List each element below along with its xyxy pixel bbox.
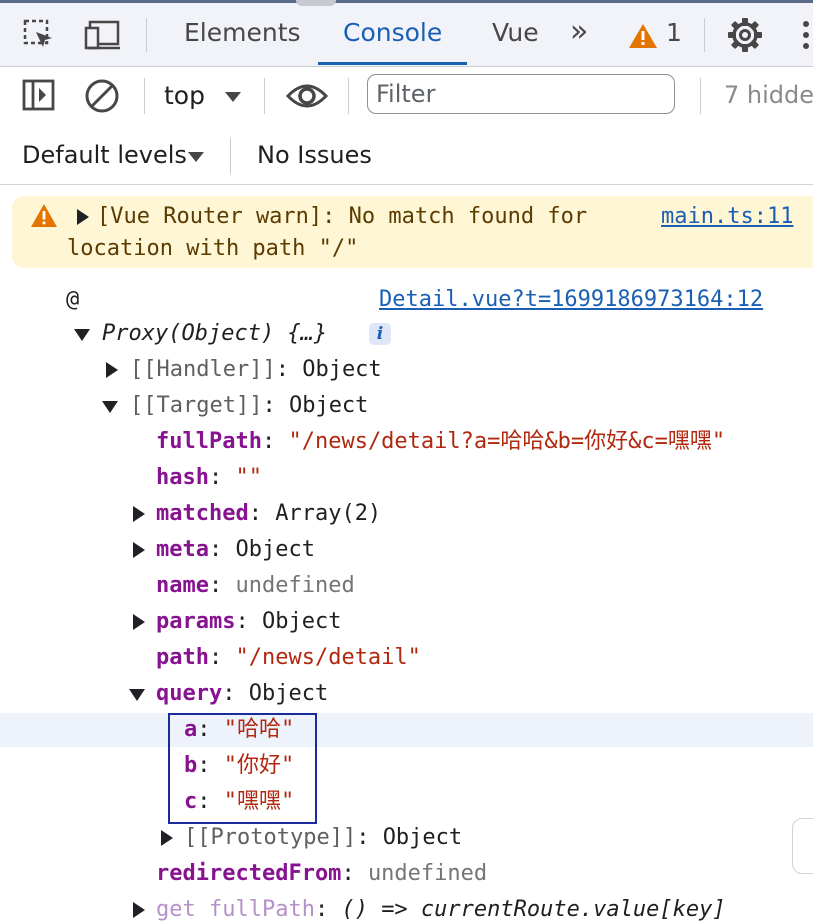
devtools-tabbar: Elements Console Vue » 1 [0,0,813,67]
expand-arrow-icon[interactable] [133,506,145,522]
tab-separator [704,18,705,52]
toolbar-separator [700,78,701,114]
warning-text-line2: location with path "/" [67,236,359,261]
side-scroll-handle[interactable] [792,818,813,874]
toolbar-separator [264,78,265,114]
active-tab-indicator [318,62,467,65]
warning-count[interactable]: 1 [666,18,682,47]
tree-row-target[interactable]: [[Target]]: Object [130,392,368,420]
toolbar-separator [230,138,231,174]
tree-row-prototype[interactable]: [[Prototype]]: Object [184,824,462,852]
log-prefix: @ [66,287,80,312]
hovered-row-highlight [0,713,813,747]
tree-row-handler[interactable]: [[Handler]]: Object [130,356,382,384]
proxy-object-summary[interactable]: Proxy(Object) {…} [102,320,327,348]
warning-source-link[interactable]: main.ts:11 [661,203,793,231]
window-top-border [0,0,813,3]
tab-vue[interactable]: Vue [492,18,539,47]
more-tabs-button[interactable]: » [570,14,588,49]
inspect-element-icon[interactable] [22,18,56,52]
expand-arrow-icon[interactable] [161,830,173,846]
toolbar-separator [144,78,145,114]
log-source-link[interactable]: Detail.vue?t=1699186973164:12 [379,286,763,314]
info-icon[interactable]: i [369,323,391,345]
more-options-icon[interactable] [802,20,810,50]
tree-row-name: name: undefined [156,573,355,598]
toolbar-separator [348,78,349,114]
tree-row-getter-fullpath[interactable]: get fullPath: () => currentRoute.value[k… [156,896,726,924]
tree-row-path: path: "/news/detail" [156,645,421,670]
context-selector[interactable]: top [164,81,205,110]
expand-arrow-icon[interactable] [77,209,89,225]
hidden-messages-count[interactable]: 7 hidden [724,81,813,109]
expand-arrow-icon[interactable] [133,542,145,558]
tab-elements[interactable]: Elements [184,18,301,47]
tree-row-query[interactable]: query: Object [156,680,328,708]
sidebar-toggle-icon[interactable] [22,78,56,112]
tree-row-params[interactable]: params: Object [156,608,341,636]
tab-console[interactable]: Console [343,18,442,47]
issues-button[interactable]: No Issues [257,141,372,169]
live-expression-eye-icon[interactable] [285,80,329,112]
tree-row-fullpath: fullPath: "/news/detail?a=哈哈&b=你好&c=嘿嘿" [156,429,726,454]
settings-gear-icon[interactable] [726,16,764,54]
clear-console-icon[interactable] [84,78,120,114]
window-top-handle [296,0,336,6]
expand-arrow-icon[interactable] [133,614,145,630]
collapse-arrow-icon[interactable] [129,689,145,701]
log-levels-dropdown[interactable]: Default levels [22,141,187,169]
tab-separator [146,18,147,52]
warning-icon [30,203,58,229]
selection-rectangle [168,713,317,824]
warning-text-line1: [Vue Router warn]: No match found for [97,204,588,229]
tree-row-meta[interactable]: meta: Object [156,536,315,564]
warning-icon[interactable] [628,22,658,50]
expand-arrow-icon[interactable] [133,902,145,918]
expand-arrow-icon[interactable] [106,362,118,378]
tree-row-redirectedfrom: redirectedFrom: undefined [156,861,488,886]
filter-input[interactable] [367,74,675,114]
chevron-down-icon[interactable] [187,148,205,162]
collapse-arrow-icon[interactable] [102,401,118,413]
collapse-arrow-icon[interactable] [74,329,90,341]
chevron-down-icon[interactable] [224,88,242,102]
tree-row-matched[interactable]: matched: Array(2) [156,500,381,528]
device-toolbar-icon[interactable] [84,18,122,52]
tree-row-hash: hash: "" [156,465,262,490]
